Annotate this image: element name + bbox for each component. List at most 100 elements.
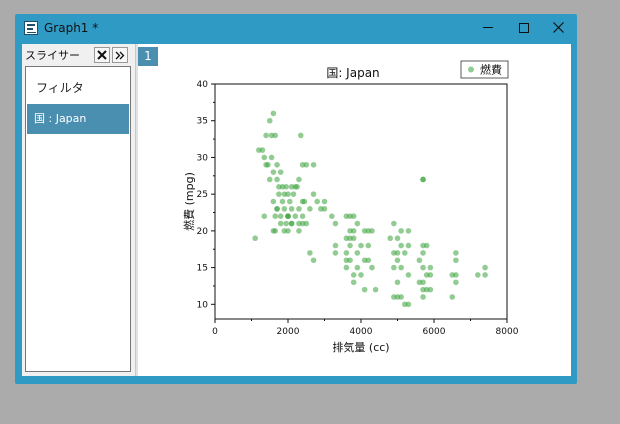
data-point <box>354 264 361 271</box>
data-point <box>350 235 357 242</box>
data-point <box>270 169 277 175</box>
graph-window-icon <box>24 21 38 35</box>
y-tick-label: 15 <box>197 264 208 274</box>
data-point <box>453 279 459 286</box>
slicer-close-button[interactable] <box>94 47 110 63</box>
data-point <box>329 213 335 219</box>
data-point <box>299 198 306 205</box>
title-bar[interactable]: Graph1 * <box>15 14 577 44</box>
data-point <box>283 220 289 227</box>
maximize-button[interactable] <box>506 14 542 42</box>
graph-window: Graph1 * スライサー フィルタ 国: Japan 0 2000 400… <box>15 14 577 384</box>
data-point <box>290 191 297 197</box>
data-point <box>347 242 353 249</box>
filter-label: フィルタ <box>36 81 84 95</box>
data-point <box>369 228 375 234</box>
data-point <box>453 250 459 256</box>
data-point <box>427 264 434 271</box>
data-point <box>297 132 304 139</box>
data-point <box>343 264 350 271</box>
close-icon <box>97 50 107 60</box>
data-point <box>365 257 372 264</box>
y-tick-label: 25 <box>197 190 208 200</box>
data-point <box>314 198 320 205</box>
data-point <box>277 169 284 175</box>
data-point <box>394 279 401 286</box>
data-point <box>307 206 313 212</box>
layer-tab-1[interactable]: 1 <box>138 47 158 66</box>
slicer-expand-button[interactable] <box>112 47 128 63</box>
data-point <box>405 301 412 308</box>
data-point <box>263 132 269 139</box>
data-point <box>303 161 310 168</box>
close-icon <box>553 22 564 33</box>
data-point <box>420 250 426 256</box>
y-tick-label: 10 <box>197 300 209 310</box>
client-area: スライサー フィルタ 国 : Japan 0 2000 4000 6000 80… <box>22 44 571 376</box>
data-point <box>350 272 357 278</box>
data-point <box>475 272 481 278</box>
data-point <box>394 250 401 256</box>
legend-marker <box>468 66 474 73</box>
data-point <box>277 213 284 219</box>
data-point <box>263 161 269 168</box>
data-point <box>279 198 286 205</box>
data-point <box>285 228 291 234</box>
data-point <box>358 272 364 278</box>
data-point <box>296 228 302 234</box>
data-point <box>285 213 291 219</box>
data-point <box>310 191 317 197</box>
y-axis-label: 燃費 (mpg) <box>182 172 196 231</box>
data-point <box>321 198 328 205</box>
data-point <box>369 264 375 271</box>
data-point <box>292 213 299 219</box>
data-point <box>268 154 275 161</box>
data-point <box>266 117 273 124</box>
slicer-list: フィルタ 国 : Japan <box>25 66 131 372</box>
data-point <box>274 176 280 183</box>
slicer-item-country-japan[interactable]: 国 : Japan <box>27 104 129 134</box>
double-chevron-right-icon <box>115 51 125 60</box>
data-point <box>332 220 339 227</box>
data-point <box>358 242 364 249</box>
data-point <box>252 235 258 242</box>
data-point <box>310 161 317 168</box>
data-point <box>261 213 268 219</box>
data-point <box>453 257 459 264</box>
data-point <box>288 206 295 212</box>
data-point <box>387 235 393 242</box>
data-point <box>482 264 488 271</box>
data-point <box>277 220 284 227</box>
data-point <box>321 206 328 212</box>
data-point <box>391 220 397 227</box>
minimize-button[interactable] <box>471 14 507 42</box>
data-point <box>272 213 279 219</box>
data-point <box>398 294 404 300</box>
y-tick-label: 30 <box>197 153 209 163</box>
x-tick-label: 8000 <box>496 327 519 337</box>
x-tick-label: 4000 <box>350 327 373 337</box>
data-point <box>361 286 368 293</box>
graph-page: 0 2000 4000 6000 8000 10 15 20 25 30 35 40 国: Japan… <box>138 44 571 376</box>
data-point <box>372 286 379 293</box>
legend: 燃費 <box>460 60 509 79</box>
scatter-chart: 0 2000 4000 6000 8000 10 15 20 25 30 35 40 国: Japan… <box>182 60 519 354</box>
data-point <box>416 257 423 264</box>
data-point <box>270 110 277 117</box>
data-point <box>398 228 404 234</box>
data-point <box>420 176 426 183</box>
data-point <box>288 220 295 227</box>
data-point <box>332 242 339 249</box>
data-point <box>416 279 423 286</box>
data-point <box>354 220 361 227</box>
data-point <box>394 235 401 242</box>
data-point <box>276 191 282 197</box>
data-point <box>270 198 277 205</box>
data-point <box>310 257 317 264</box>
data-point <box>332 250 339 256</box>
data-point <box>285 191 291 197</box>
close-button[interactable] <box>541 14 577 42</box>
data-point <box>350 213 357 219</box>
data-point <box>394 257 401 264</box>
data-point <box>365 242 372 249</box>
